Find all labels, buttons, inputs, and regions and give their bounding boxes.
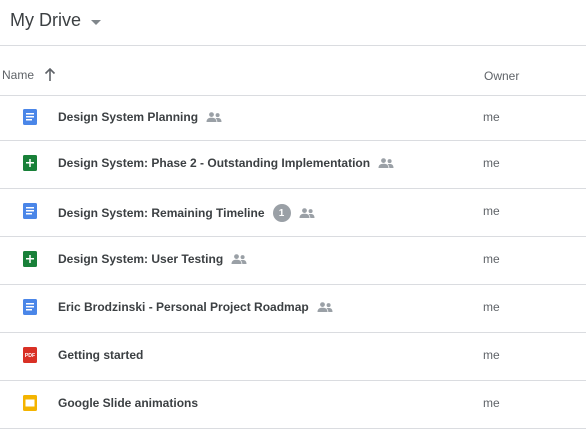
shared-people-icon (378, 158, 394, 168)
file-owner: me (483, 396, 500, 410)
file-row[interactable]: PDF Getting started me (0, 333, 586, 381)
google-docs-icon (23, 299, 37, 315)
caret-down-icon (91, 19, 101, 25)
file-owner: me (483, 156, 500, 170)
file-name-cell: Google Slide animations (58, 396, 198, 410)
file-name: Design System: User Testing (58, 252, 224, 266)
google-docs-icon (23, 109, 37, 125)
page-title: My Drive (10, 10, 81, 30)
my-drive-menu[interactable]: My Drive (10, 10, 101, 31)
google-sheets-icon (23, 155, 37, 171)
google-docs-icon (23, 203, 37, 219)
top-bar: My Drive (0, 0, 586, 46)
shared-people-icon (206, 112, 222, 122)
sort-ascending-icon (44, 68, 56, 81)
file-name: Design System: Phase 2 - Outstanding Imp… (58, 156, 371, 170)
svg-text:PDF: PDF (25, 353, 35, 359)
comment-count-badge[interactable]: 1 (272, 204, 291, 222)
file-name-cell: Getting started (58, 348, 143, 362)
file-name: Google Slide animations (58, 396, 199, 410)
file-name: Design System: Remaining Timeline (58, 206, 265, 220)
file-name: Getting started (58, 348, 144, 362)
pdf-icon: PDF (23, 347, 37, 363)
shared-people-icon (231, 254, 247, 264)
file-owner: me (483, 348, 500, 362)
name-column-header[interactable]: Name (2, 68, 56, 82)
file-name-cell: Eric Brodzinski - Personal Project Roadm… (58, 300, 333, 314)
file-row[interactable]: Design System: Remaining Timeline 1 me (0, 189, 586, 237)
file-name-cell: Design System: Remaining Timeline 1 (58, 204, 315, 222)
file-name: Eric Brodzinski - Personal Project Roadm… (58, 300, 309, 314)
shared-people-icon (317, 302, 333, 312)
file-list: Design System Planning me Design System: P… (0, 96, 586, 429)
column-header-row: Name Owner (0, 46, 586, 96)
file-owner: me (483, 252, 500, 266)
file-name-cell: Design System: User Testing (58, 252, 247, 266)
file-name-cell: Design System: Phase 2 - Outstanding Imp… (58, 156, 394, 170)
file-row[interactable]: Design System: Phase 2 - Outstanding Imp… (0, 141, 586, 189)
file-name-cell: Design System Planning (58, 110, 222, 124)
file-row[interactable]: Design System: User Testing me (0, 237, 586, 285)
google-slides-icon (23, 395, 37, 411)
google-sheets-icon (23, 251, 37, 267)
file-owner: me (483, 110, 500, 124)
file-row[interactable]: Design System Planning me (0, 96, 586, 141)
file-name: Design System Planning (58, 110, 199, 124)
shared-people-icon (299, 208, 315, 218)
name-column-label: Name (2, 68, 35, 82)
file-row[interactable]: Google Slide animations me (0, 381, 586, 429)
file-owner: me (483, 300, 500, 314)
owner-column-header[interactable]: Owner (484, 69, 519, 83)
file-owner: me (483, 204, 500, 218)
file-row[interactable]: Eric Brodzinski - Personal Project Roadm… (0, 285, 586, 333)
